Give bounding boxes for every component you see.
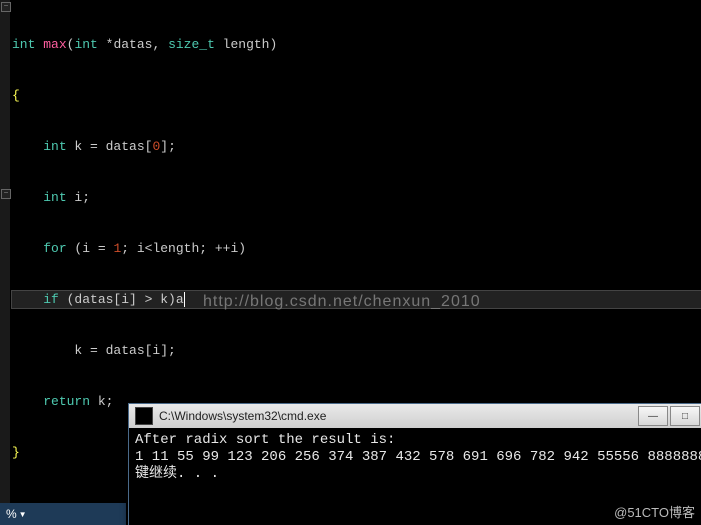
code-line: int k = datas[0]; xyxy=(12,138,701,155)
cmd-line: After radix sort the result is: xyxy=(135,432,395,448)
code-line: int i; xyxy=(12,189,701,206)
zoom-status[interactable]: % ▼ xyxy=(0,503,126,525)
attribution-watermark: @51CTO博客 xyxy=(614,502,695,521)
cmd-icon xyxy=(135,407,153,425)
code-line-active: if (datas[i] > k)a xyxy=(12,291,701,308)
cmd-line: 键继续. . . xyxy=(135,466,219,482)
gutter: − − xyxy=(0,0,10,525)
zoom-label: % xyxy=(6,507,17,521)
code-editor[interactable]: − − int max(int *datas, size_t length) {… xyxy=(0,0,701,525)
maximize-button[interactable]: □ xyxy=(670,406,700,426)
cmd-titlebar[interactable]: C:\Windows\system32\cmd.exe — □ xyxy=(129,404,701,428)
fold-toggle[interactable]: − xyxy=(1,2,11,12)
code-line: for (i = 1; i<length; ++i) xyxy=(12,240,701,257)
code-line: { xyxy=(12,87,701,104)
minimize-button[interactable]: — xyxy=(638,406,668,426)
chevron-down-icon: ▼ xyxy=(19,510,27,519)
fold-toggle[interactable]: − xyxy=(1,189,11,199)
cmd-output: After radix sort the result is: 1 11 55 … xyxy=(129,428,701,487)
code-line: k = datas[i]; xyxy=(12,342,701,359)
cmd-line: 1 11 55 99 123 206 256 374 387 432 578 6… xyxy=(135,449,701,465)
cmd-title-text: C:\Windows\system32\cmd.exe xyxy=(159,409,326,423)
code-line: int max(int *datas, size_t length) xyxy=(12,36,701,53)
